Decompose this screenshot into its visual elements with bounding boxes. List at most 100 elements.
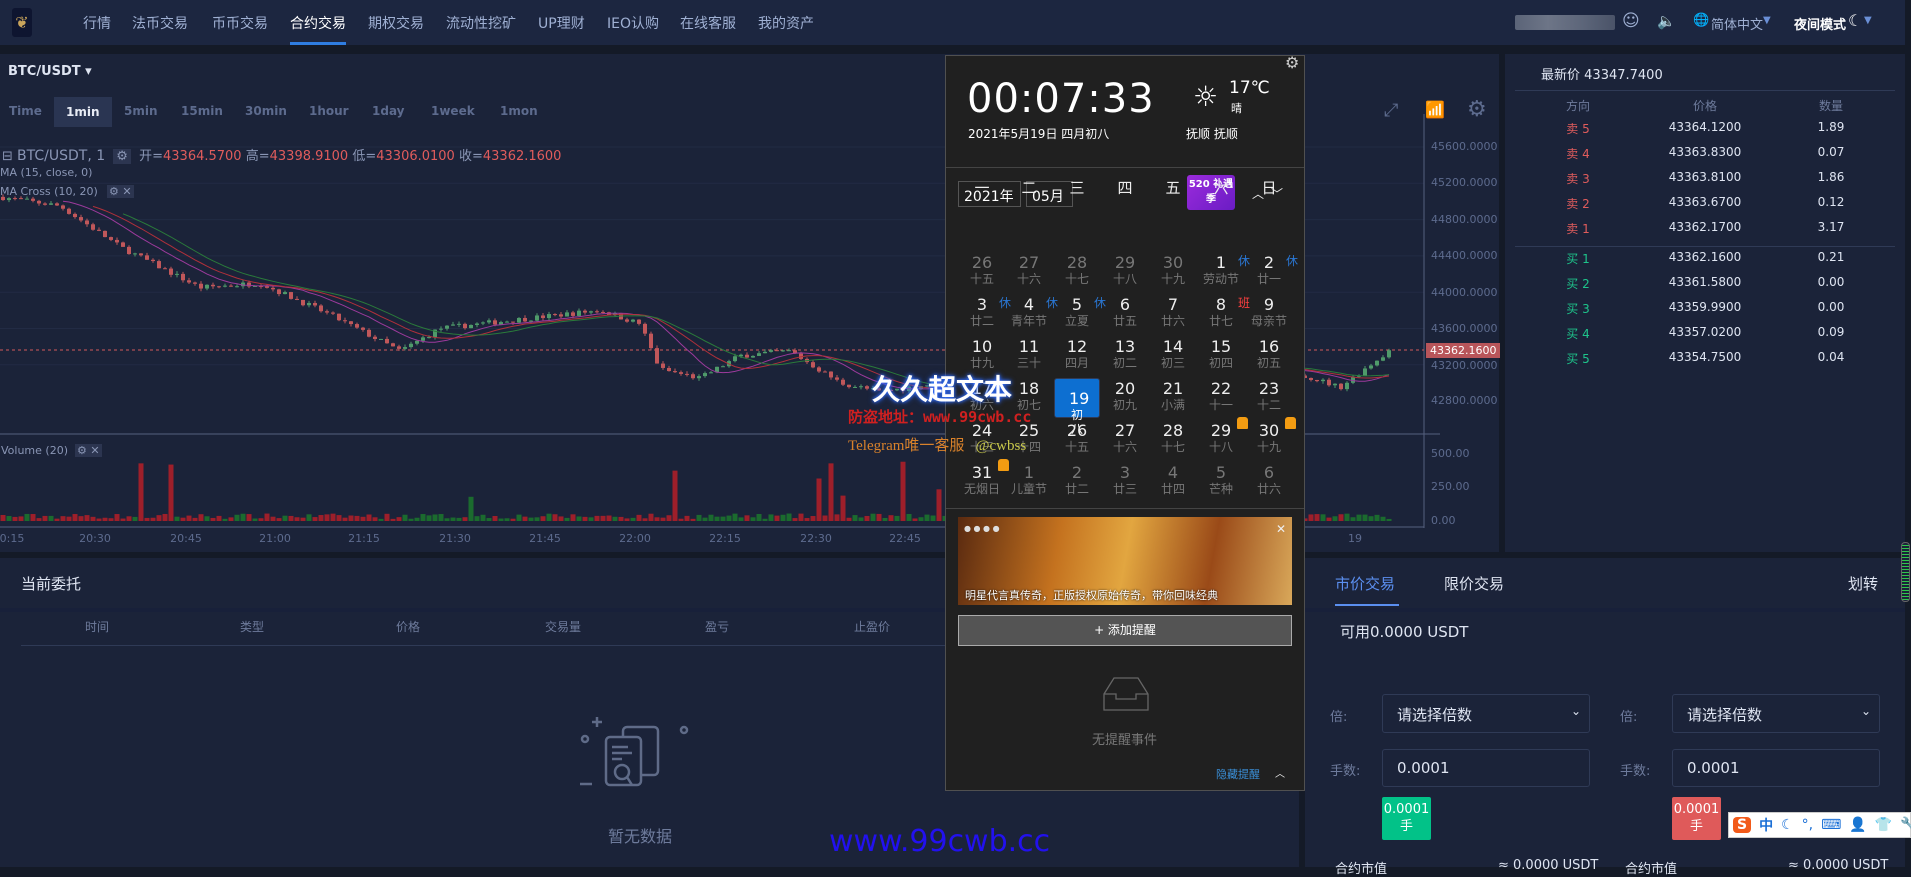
calendar-day[interactable]: 27 十六	[1102, 420, 1148, 460]
add-reminder-button[interactable]: + 添加提醒	[958, 615, 1292, 646]
calendar-day[interactable]: 22 十一	[1198, 378, 1244, 418]
calendar-day[interactable]: 8 廿七班	[1198, 294, 1250, 334]
calendar-day[interactable]: 26 十五	[959, 252, 1005, 292]
ask-row[interactable]: 卖 5 43364.1200 1.89	[1505, 120, 1905, 140]
bid-row[interactable]: 买 1 43362.1600 0.21	[1505, 250, 1905, 270]
globe-icon[interactable]: 🌐	[1693, 13, 1709, 28]
transfer-link[interactable]: 划转	[1848, 573, 1878, 594]
language-select[interactable]: 简体中文	[1711, 14, 1763, 33]
ask-row[interactable]: 卖 4 43363.8300 0.07	[1505, 145, 1905, 165]
calendar-day[interactable]: 6 廿六	[1246, 462, 1292, 502]
leverage-select-buy[interactable]: 请选择倍数 ⌄	[1382, 694, 1590, 733]
nav-liquidity-mining[interactable]: 流动性挖矿	[446, 13, 516, 33]
skin-icon[interactable]: 👕	[1875, 817, 1892, 833]
bid-row[interactable]: 买 3 43359.9900 0.00	[1505, 300, 1905, 320]
calendar-day[interactable]: 7 廿六	[1150, 294, 1196, 334]
calendar-day[interactable]: 18 初七	[1006, 378, 1052, 418]
volume-bar	[30, 514, 36, 521]
keyboard-icon[interactable]: ⌨	[1821, 817, 1841, 833]
user-icon[interactable]: 👤	[1849, 817, 1866, 833]
chevron-down-icon[interactable]: ▼	[1864, 15, 1872, 26]
tab-limit-order[interactable]: 限价交易	[1444, 573, 1504, 594]
nav-support[interactable]: 在线客服	[680, 13, 736, 33]
calendar-day[interactable]: 28 十七	[1150, 420, 1196, 460]
nav-contract[interactable]: 合约交易	[290, 13, 346, 33]
nav-fiat[interactable]: 法币交易	[132, 13, 188, 33]
hide-reminder-link[interactable]: 隐藏提醒	[1216, 766, 1260, 782]
night-mode-toggle[interactable]: 夜间模式	[1794, 14, 1846, 33]
nav-spot[interactable]: 币币交易	[212, 13, 268, 33]
calendar-day[interactable]: 28 十七	[1054, 252, 1100, 292]
calendar-day[interactable]: 20 初九	[1102, 378, 1148, 418]
ask-row[interactable]: 卖 2 43363.6700 0.12	[1505, 195, 1905, 215]
tab-market-order[interactable]: 市价交易	[1335, 573, 1395, 594]
calendar-day[interactable]: 15 初四	[1198, 336, 1244, 376]
ad-banner[interactable]: ● ● ● ● ✕ 明星代言真传奇，正版授权原始传奇，带你回味经典	[958, 517, 1292, 605]
calendar-day[interactable]: 30 十九	[1150, 252, 1196, 292]
calendar-day[interactable]: 6 廿五	[1102, 294, 1148, 334]
wrench-icon[interactable]: 🔧	[1900, 817, 1911, 833]
bid-row[interactable]: 买 4 43357.0200 0.09	[1505, 325, 1905, 345]
nav-ieo[interactable]: IEO认购	[607, 13, 659, 33]
bid-row[interactable]: 买 5 43354.7500 0.04	[1505, 350, 1905, 370]
calendar-day[interactable]: 11 三十	[1006, 336, 1052, 376]
calendar-day[interactable]: 16 初五	[1246, 336, 1292, 376]
calendar-day[interactable]: 3 廿二休	[959, 294, 1011, 334]
calendar-day[interactable]: 12 四月	[1054, 336, 1100, 376]
calendar-day[interactable]: 24 十三	[959, 420, 1005, 460]
username-blurred[interactable]	[1515, 15, 1615, 30]
calendar-day[interactable]: 2 廿一休	[1246, 252, 1298, 292]
nav-up-finance[interactable]: UP理财	[538, 13, 585, 33]
settings-gear-icon[interactable]: ⚙	[1285, 53, 1299, 72]
chevron-up-icon[interactable]: ︿	[1275, 765, 1285, 780]
calendar-day[interactable]: 27 十六	[1006, 252, 1052, 292]
nav-assets[interactable]: 我的资产	[758, 13, 814, 33]
ask-row[interactable]: 卖 1 43362.1700 3.17	[1505, 220, 1905, 240]
calendar-day[interactable]: 5 立夏休	[1054, 294, 1106, 334]
calendar-day[interactable]: 29 十八	[1198, 417, 1248, 460]
moon-icon[interactable]: ☾	[1848, 11, 1862, 30]
punctuation-icon[interactable]: °,	[1802, 817, 1813, 833]
scrollbar[interactable]	[1901, 542, 1910, 602]
nav-market[interactable]: 行情	[83, 13, 111, 33]
calendar-day[interactable]: 26 十五	[1054, 420, 1100, 460]
sogou-logo-icon[interactable]: S	[1733, 817, 1752, 833]
calendar-day[interactable]: 19 初八	[1054, 378, 1100, 436]
calendar-day[interactable]: 2 廿二	[1054, 462, 1100, 502]
logo[interactable]: ❦	[12, 8, 32, 37]
bid-row[interactable]: 买 2 43361.5800 0.00	[1505, 275, 1905, 295]
speaker-icon[interactable]: 🔈	[1657, 12, 1676, 30]
calendar-day[interactable]: 9 母亲节	[1246, 294, 1292, 334]
calendar-day[interactable]: 1 儿童节	[1006, 462, 1052, 502]
calendar-day[interactable]: 23 十二	[1246, 378, 1292, 418]
carousel-dots[interactable]: ● ● ● ●	[964, 524, 1000, 533]
buy-button[interactable]: 0.0001 手	[1382, 797, 1431, 840]
ime-toolbar[interactable]: S 中 ☾ °, ⌨ 👤 👕 🔧	[1728, 812, 1911, 838]
qty-input-buy[interactable]: 0.0001	[1382, 749, 1590, 787]
moon-icon[interactable]: ☾	[1781, 817, 1794, 833]
qty-input-sell[interactable]: 0.0001	[1672, 749, 1880, 787]
volume-bar	[840, 495, 846, 521]
calendar-day[interactable]: 13 初二	[1102, 336, 1148, 376]
calendar-day[interactable]: 30 十九	[1246, 417, 1296, 460]
ask-row[interactable]: 卖 3 43363.8100 1.86	[1505, 170, 1905, 190]
sell-button[interactable]: 0.0001 手	[1672, 797, 1721, 840]
calendar-day[interactable]: 29 十八	[1102, 252, 1148, 292]
calendar-day[interactable]: 4 青年节休	[1006, 294, 1058, 334]
calendar-day[interactable]: 25 十四	[1006, 420, 1052, 460]
close-icon[interactable]: ✕	[1276, 522, 1286, 536]
calendar-day[interactable]: 14 初三	[1150, 336, 1196, 376]
calendar-day[interactable]: 4 廿四	[1150, 462, 1196, 502]
chevron-down-icon[interactable]: ▼	[1763, 15, 1771, 26]
calendar-day[interactable]: 17 初六	[959, 378, 1005, 418]
calendar-day[interactable]: 21 小满	[1150, 378, 1196, 418]
nav-options[interactable]: 期权交易	[368, 13, 424, 33]
ime-mode[interactable]: 中	[1759, 815, 1773, 835]
leverage-select-sell[interactable]: 请选择倍数 ⌄	[1672, 694, 1880, 733]
calendar-day[interactable]: 5 芒种	[1198, 462, 1244, 502]
calendar-day[interactable]: 3 廿三	[1102, 462, 1148, 502]
calendar-day[interactable]: 10 廿九	[959, 336, 1005, 376]
calendar-day[interactable]: 1 劳动节休	[1198, 252, 1250, 292]
user-icon[interactable]: ☺	[1622, 11, 1640, 31]
calendar-day[interactable]: 31 无烟日	[959, 459, 1009, 502]
